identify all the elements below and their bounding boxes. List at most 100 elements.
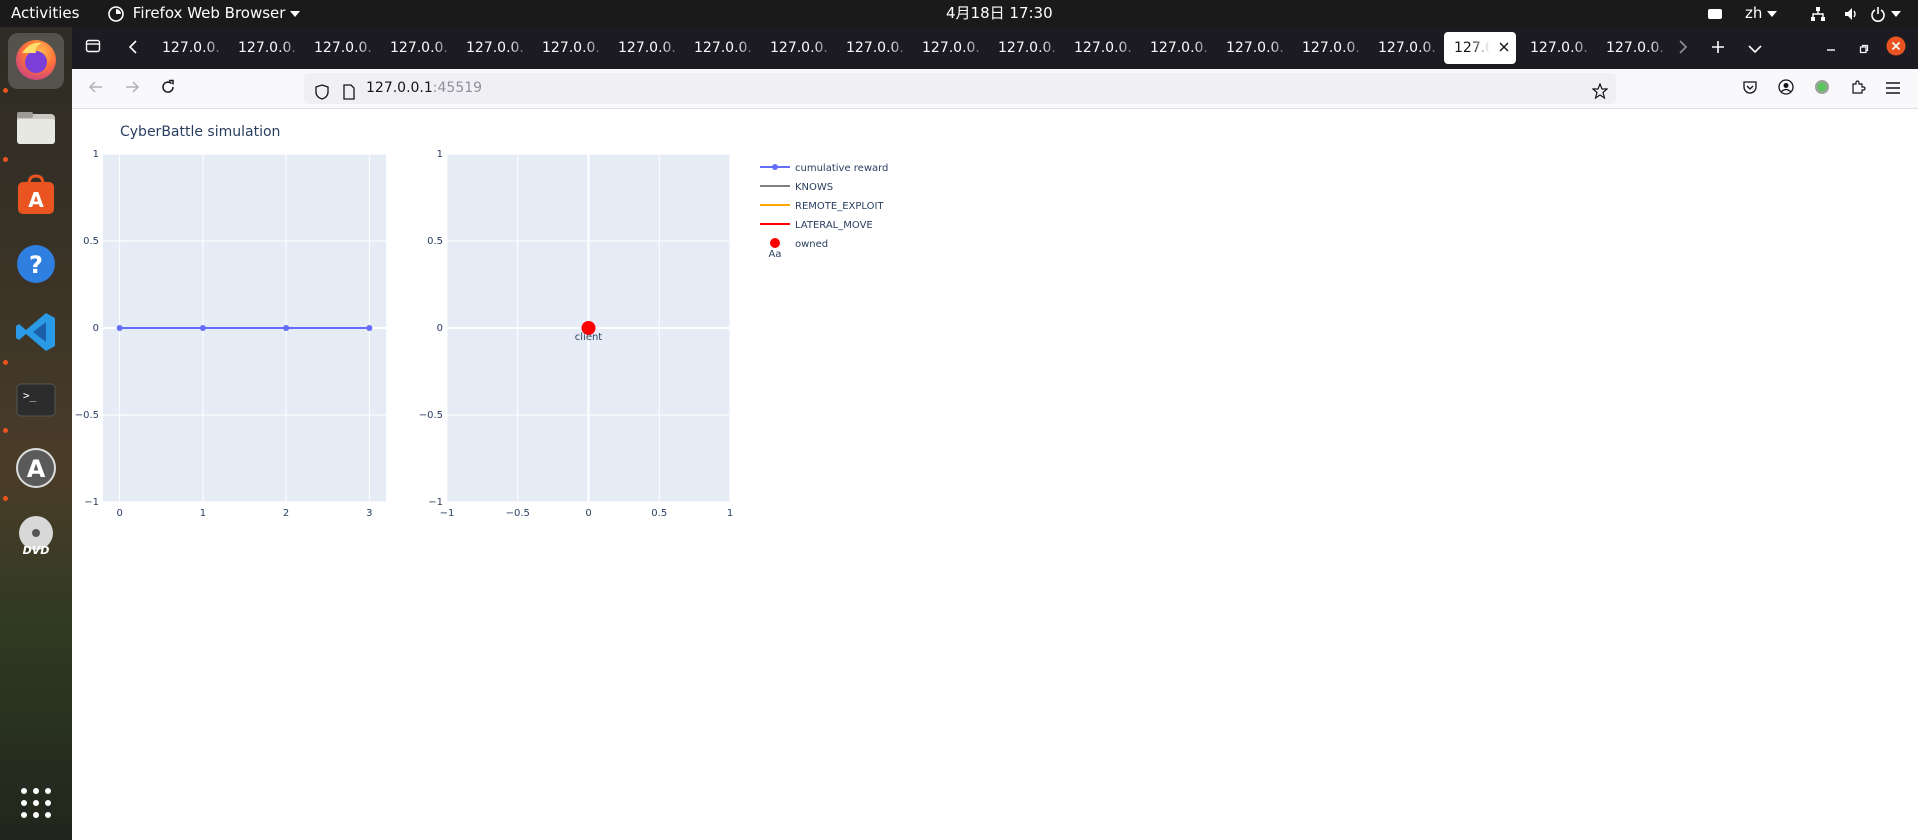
tab[interactable]: 127.0.0. [684,32,758,64]
pocket-button[interactable] [1735,74,1765,104]
shield-icon[interactable] [314,81,330,112]
reload-button[interactable] [153,74,183,104]
tab[interactable]: 127.0.0. [532,32,606,64]
back-button[interactable] [81,74,111,104]
tab[interactable]: 127.0.0. [1292,32,1366,64]
keyboard-indicator-icon[interactable] [1707,0,1723,27]
firefox-window: 127.0.0. 127.0.0. 127.0.0. 127.0.0. 127.0.0.… [72,27,1918,840]
app-menu[interactable]: Firefox Web Browser [108,0,301,27]
plus-icon [1711,39,1725,58]
y-tick-label: 0.5 [427,236,443,247]
y-tick-label: −0.5 [75,410,99,421]
maximize-button[interactable] [1849,33,1879,63]
chevron-down-icon [1748,39,1762,58]
tab[interactable]: 127.0.0. [1140,32,1214,64]
input-method-label: zh [1745,4,1763,22]
bookmark-star-icon[interactable] [1591,80,1609,111]
legend-label: KNOWS [795,182,833,193]
y-tick-label: 0 [93,323,99,334]
y-tick-label: 1 [437,149,443,160]
tab[interactable]: 127.0.0. [608,32,682,64]
tab-title: 127.0.0. [770,40,828,56]
tab[interactable]: 127.0.0. [988,32,1062,64]
tab[interactable]: 127.0.0. [380,32,454,64]
power-icon [1870,4,1891,22]
minimize-button[interactable] [1816,33,1846,63]
data-point [199,325,206,331]
dock-vscode[interactable] [8,306,64,362]
network-icon[interactable] [1810,0,1826,27]
arrow-right-icon [124,79,140,99]
x-tick-label: 3 [366,508,372,519]
list-all-tabs-button[interactable] [1740,33,1770,63]
tab[interactable]: 127.0.0. [1064,32,1138,64]
tab-title: 127.0.0. [846,40,904,56]
y-tick-label: −0.5 [419,410,443,421]
node-label: client [575,332,603,343]
power-menu[interactable] [1870,0,1901,27]
data-point [116,325,123,331]
dvd-icon: DVD [14,514,58,562]
pocket-icon [1742,79,1758,99]
reload-icon [160,79,176,99]
tab[interactable]: 127.0.0. [1596,32,1670,64]
tab[interactable]: 127.0.0. [760,32,834,64]
scroll-tabs-right-button[interactable] [1668,33,1698,63]
tab[interactable]: 127.0.0. [912,32,986,64]
firefox-view-button[interactable] [78,33,108,63]
y-tick-label: 1 [93,149,99,160]
tab[interactable]: 127.0.0. [1216,32,1290,64]
dock-dvd[interactable]: DVD [8,510,64,566]
url-bar[interactable]: 127.0.0.1:45519 [304,73,1616,104]
tab[interactable]: 127.0.0. [456,32,530,64]
extension-status-button[interactable] [1807,74,1837,104]
tab[interactable]: 127.0.0. [152,32,226,64]
scroll-tabs-left-button[interactable] [118,33,148,63]
tab[interactable]: 127.0.0. [836,32,910,64]
account-button[interactable] [1771,74,1801,104]
app-menu-label: Firefox Web Browser [132,4,286,22]
tab-title: 127.0.0. [314,40,372,56]
extensions-button[interactable] [1843,74,1873,104]
forward-button[interactable] [117,74,147,104]
close-tab-icon[interactable] [1499,32,1509,64]
dock-help[interactable]: ? [8,238,64,294]
tab[interactable]: 127.0.0. [228,32,302,64]
tab-selected[interactable]: 127.0 [1444,32,1516,64]
puzzle-icon [1850,79,1866,99]
y-tick-label: −1 [428,497,443,508]
show-apps-button[interactable] [8,777,64,833]
system-top-bar: Activities Firefox Web Browser 4月18日 17:… [0,0,1918,27]
page-icon[interactable] [342,81,356,112]
tab[interactable]: 127.0.0. [304,32,378,64]
volume-icon[interactable] [1843,0,1859,27]
clock[interactable]: 4月18日 17:30 [946,0,1053,27]
x-tick-label: 1 [200,508,206,519]
y-tick-label: −1 [84,497,99,508]
y-tick-label: 0.5 [83,236,99,247]
activities-button[interactable]: Activities [11,0,79,27]
plot-figure: −1 −0.5 0 0.5 1 0 1 2 3 −1 −0.5 0 0.5 1 −1 −0.5 0 0.5 1 cli… [75,149,889,519]
dock-firefox[interactable] [8,33,64,89]
dock-files[interactable] [8,102,64,158]
tab[interactable]: 127.0.0. [1520,32,1594,64]
svg-text:?: ? [29,251,43,279]
input-method-menu[interactable]: zh [1745,0,1778,27]
url-text[interactable]: 127.0.0.1:45519 [366,73,482,104]
dock-app-center[interactable]: A [8,170,64,226]
software-updater-icon: A [14,446,58,494]
tab[interactable]: 127.0.0. [1368,32,1442,64]
tab-title: 127.0.0. [998,40,1056,56]
caret-down-icon [1890,4,1901,22]
svg-text:A: A [27,455,46,483]
dock: A ? >_ A DVD [0,27,72,840]
close-window-button[interactable] [1881,33,1911,63]
arrow-left-icon [88,79,104,99]
close-icon [1886,36,1906,60]
new-tab-button[interactable] [1703,33,1733,63]
x-tick-label: −0.5 [506,508,530,519]
dock-software-updater[interactable]: A [8,442,64,498]
app-menu-button[interactable] [1878,74,1908,104]
dock-terminal[interactable]: >_ [8,374,64,430]
legend-label: REMOTE_EXPLOIT [795,201,884,212]
